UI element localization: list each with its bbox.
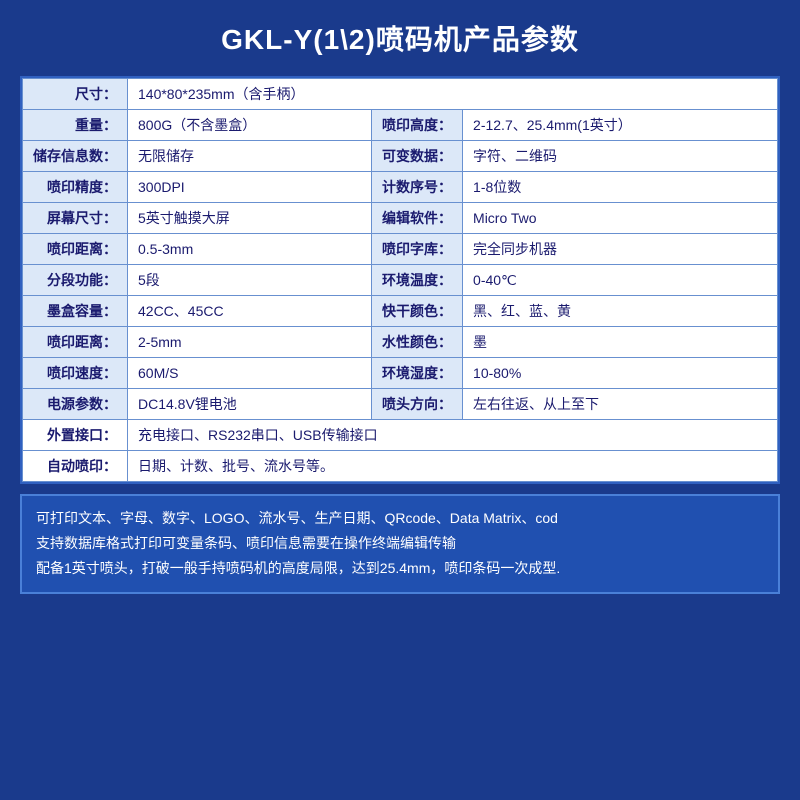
left-value-9: DC14.8V锂电池 xyxy=(128,389,372,420)
left-value-6: 42CC、45CC xyxy=(128,296,372,327)
external-label: 外置接口： xyxy=(23,420,128,451)
left-label-4: 喷印距离： xyxy=(23,234,128,265)
left-label-2: 喷印精度： xyxy=(23,172,128,203)
right-label-4: 喷印字库： xyxy=(372,234,463,265)
page-title: GKL-Y(1\2)喷码机产品参数 xyxy=(221,18,579,58)
table-row: 喷印速度： 60M/S 环境湿度： 10-80% xyxy=(23,358,778,389)
right-value-3: Micro Two xyxy=(463,203,778,234)
table-row: 喷印精度： 300DPI 计数序号： 1-8位数 xyxy=(23,172,778,203)
left-label-6: 墨盒容量： xyxy=(23,296,128,327)
left-label-5: 分段功能： xyxy=(23,265,128,296)
right-value-2: 1-8位数 xyxy=(463,172,778,203)
left-value-3: 5英寸触摸大屏 xyxy=(128,203,372,234)
right-label-1: 可变数据： xyxy=(372,141,463,172)
left-label-3: 屏幕尺寸： xyxy=(23,203,128,234)
left-label-9: 电源参数： xyxy=(23,389,128,420)
left-label-0: 重量： xyxy=(23,110,128,141)
external-value: 充电接口、RS232串口、USB传输接口 xyxy=(128,420,778,451)
table-row: 墨盒容量： 42CC、45CC 快干颜色： 黑、红、蓝、黄 xyxy=(23,296,778,327)
right-value-0: 2-12.7、25.4mm(1英寸） xyxy=(463,110,778,141)
right-label-3: 编辑软件： xyxy=(372,203,463,234)
table-row: 储存信息数： 无限储存 可变数据： 字符、二维码 xyxy=(23,141,778,172)
table-row: 重量： 800G（不含墨盒） 喷印高度： 2-12.7、25.4mm(1英寸） xyxy=(23,110,778,141)
right-label-9: 喷头方向： xyxy=(372,389,463,420)
desc-line-0: 可打印文本、字母、数字、LOGO、流水号、生产日期、QRcode、Data Ma… xyxy=(36,506,764,531)
right-label-6: 快干颜色： xyxy=(372,296,463,327)
left-value-8: 60M/S xyxy=(128,358,372,389)
description-block: 可打印文本、字母、数字、LOGO、流水号、生产日期、QRcode、Data Ma… xyxy=(20,494,780,594)
right-label-7: 水性颜色： xyxy=(372,327,463,358)
left-value-1: 无限储存 xyxy=(128,141,372,172)
right-value-1: 字符、二维码 xyxy=(463,141,778,172)
auto-row: 自动喷印： 日期、计数、批号、流水号等。 xyxy=(23,451,778,482)
desc-line-1: 支持数据库格式打印可变量条码、喷印信息需要在操作终端编辑传输 xyxy=(36,531,764,556)
table-row: 喷印距离： 0.5-3mm 喷印字库： 完全同步机器 xyxy=(23,234,778,265)
right-value-7: 墨 xyxy=(463,327,778,358)
left-label-1: 储存信息数： xyxy=(23,141,128,172)
table-row: 喷印距离： 2-5mm 水性颜色： 墨 xyxy=(23,327,778,358)
right-value-5: 0-40℃ xyxy=(463,265,778,296)
left-value-7: 2-5mm xyxy=(128,327,372,358)
params-table: 尺寸： 140*80*235mm（含手柄） 重量： 800G（不含墨盒） 喷印高… xyxy=(22,78,778,482)
left-value-4: 0.5-3mm xyxy=(128,234,372,265)
size-label: 尺寸： xyxy=(23,79,128,110)
desc-line-2: 配备1英寸喷头，打破一般手持喷码机的高度局限，达到25.4mm，喷印条码一次成型… xyxy=(36,556,764,581)
auto-value: 日期、计数、批号、流水号等。 xyxy=(128,451,778,482)
auto-label: 自动喷印： xyxy=(23,451,128,482)
left-value-0: 800G（不含墨盒） xyxy=(128,110,372,141)
left-label-7: 喷印距离： xyxy=(23,327,128,358)
table-row: 分段功能： 5段 环境温度： 0-40℃ xyxy=(23,265,778,296)
size-value: 140*80*235mm（含手柄） xyxy=(128,79,778,110)
left-label-8: 喷印速度： xyxy=(23,358,128,389)
params-table-wrapper: 尺寸： 140*80*235mm（含手柄） 重量： 800G（不含墨盒） 喷印高… xyxy=(20,76,780,484)
right-label-0: 喷印高度： xyxy=(372,110,463,141)
right-value-8: 10-80% xyxy=(463,358,778,389)
table-row: 屏幕尺寸： 5英寸触摸大屏 编辑软件： Micro Two xyxy=(23,203,778,234)
right-label-8: 环境湿度： xyxy=(372,358,463,389)
right-label-2: 计数序号： xyxy=(372,172,463,203)
external-row: 外置接口： 充电接口、RS232串口、USB传输接口 xyxy=(23,420,778,451)
right-value-9: 左右往返、从上至下 xyxy=(463,389,778,420)
left-value-5: 5段 xyxy=(128,265,372,296)
left-value-2: 300DPI xyxy=(128,172,372,203)
right-label-5: 环境温度： xyxy=(372,265,463,296)
right-value-6: 黑、红、蓝、黄 xyxy=(463,296,778,327)
table-row: 电源参数： DC14.8V锂电池 喷头方向： 左右往返、从上至下 xyxy=(23,389,778,420)
right-value-4: 完全同步机器 xyxy=(463,234,778,265)
size-row: 尺寸： 140*80*235mm（含手柄） xyxy=(23,79,778,110)
